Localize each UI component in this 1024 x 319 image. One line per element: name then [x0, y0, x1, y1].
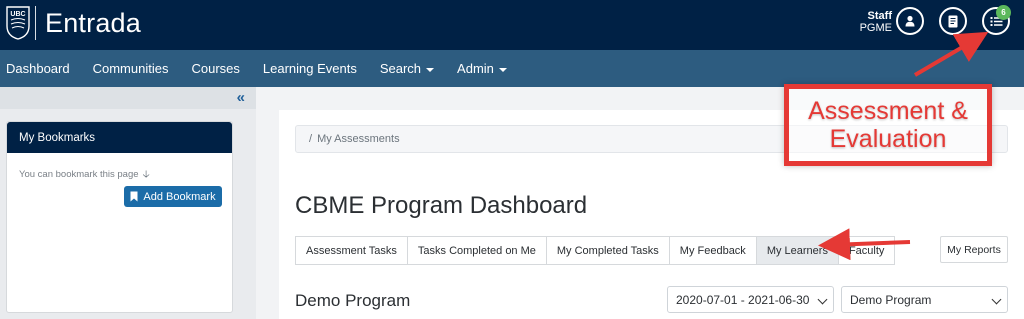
my-reports-button[interactable]: My Reports: [940, 236, 1008, 263]
nav-label: Admin: [457, 61, 494, 76]
nav-label: Courses: [191, 61, 240, 76]
tab-label: My Completed Tasks: [556, 244, 659, 257]
nav-label: Search: [379, 61, 422, 76]
nav-admin[interactable]: Admin: [457, 61, 507, 76]
chevron-down-icon: [991, 294, 1002, 305]
user-icon: [905, 15, 915, 27]
chevron-down-icon: [817, 294, 828, 305]
annotation-callout: Assessment & Evaluation: [784, 84, 992, 166]
main-navigation: Dashboard Communities Courses Learning E…: [0, 50, 1024, 87]
tab-my-learners[interactable]: My Learners: [756, 237, 839, 264]
ubc-logo-text: UBC: [10, 11, 25, 18]
tab-label: Tasks Completed on Me: [417, 244, 536, 257]
tab-faculty[interactable]: Faculty: [839, 237, 894, 264]
date-range-value: 2020-07-01 - 2021-06-30: [676, 293, 810, 307]
document-icon: [948, 15, 958, 27]
my-reports-label: My Reports: [947, 243, 1001, 256]
nav-courses[interactable]: Courses: [191, 61, 239, 76]
top-header: UBC Entrada Staff PGME 6: [0, 0, 1024, 50]
user-role: PGME: [859, 22, 892, 34]
user-info: Staff PGME: [850, 10, 892, 34]
breadcrumb-separator: /: [309, 133, 313, 145]
user-name: Staff: [867, 10, 892, 22]
tab-label: Faculty: [848, 244, 885, 257]
ubc-logo[interactable]: UBC: [6, 6, 30, 40]
caret-down-icon: [498, 67, 507, 72]
tab-my-feedback[interactable]: My Feedback: [670, 237, 757, 264]
bookmarks-title: My Bookmarks: [7, 122, 232, 153]
bookmark-icon: [130, 191, 138, 202]
date-range-select[interactable]: 2020-07-01 - 2021-06-30: [667, 286, 834, 313]
breadcrumb-current[interactable]: My Assessments: [317, 133, 400, 145]
notification-badge: 6: [996, 5, 1011, 20]
program-select-value: Demo Program: [850, 293, 932, 307]
program-select[interactable]: Demo Program: [841, 286, 1008, 313]
nav-search[interactable]: Search: [379, 61, 435, 76]
profile-button[interactable]: [896, 7, 924, 35]
tab-label: My Feedback: [679, 244, 746, 257]
bookmarks-hint-text: You can bookmark this page: [19, 169, 139, 180]
logo-divider: [35, 6, 36, 40]
program-title: Demo Program: [295, 291, 411, 310]
tab-label: My Learners: [766, 244, 828, 257]
dashboard-tabs: Assessment Tasks Tasks Completed on Me M…: [295, 236, 896, 265]
tab-tasks-completed-on-me[interactable]: Tasks Completed on Me: [408, 237, 547, 264]
bookmarks-card: My Bookmarks You can bookmark this page 🡣…: [6, 121, 233, 313]
sidebar-collapse-button[interactable]: «: [0, 87, 256, 109]
bookmarks-hint: You can bookmark this page 🡣: [19, 167, 150, 184]
sidebar: « My Bookmarks You can bookmark this pag…: [0, 87, 256, 319]
tab-my-completed-tasks[interactable]: My Completed Tasks: [547, 237, 670, 264]
tab-assessment-tasks[interactable]: Assessment Tasks: [296, 237, 408, 264]
caret-down-icon: [426, 67, 435, 72]
nav-label: Dashboard: [6, 61, 70, 76]
add-bookmark-label: Add Bookmark: [143, 190, 216, 203]
add-bookmark-button[interactable]: Add Bookmark: [124, 186, 222, 207]
annotation-line-1: Assessment &: [808, 97, 968, 125]
tab-label: Assessment Tasks: [306, 244, 397, 257]
annotation-line-2: Evaluation: [829, 125, 947, 153]
double-chevron-left-icon: «: [236, 89, 245, 106]
nav-label: Communities: [92, 61, 169, 76]
nav-learning-events[interactable]: Learning Events: [263, 61, 357, 76]
arrow-down-icon: 🡣: [142, 169, 150, 180]
documents-button[interactable]: [939, 7, 967, 35]
nav-label: Learning Events: [262, 61, 357, 76]
nav-communities[interactable]: Communities: [93, 61, 169, 76]
brand-title[interactable]: Entrada: [45, 8, 141, 39]
nav-dashboard[interactable]: Dashboard: [6, 61, 70, 76]
page-title: CBME Program Dashboard: [295, 192, 588, 219]
